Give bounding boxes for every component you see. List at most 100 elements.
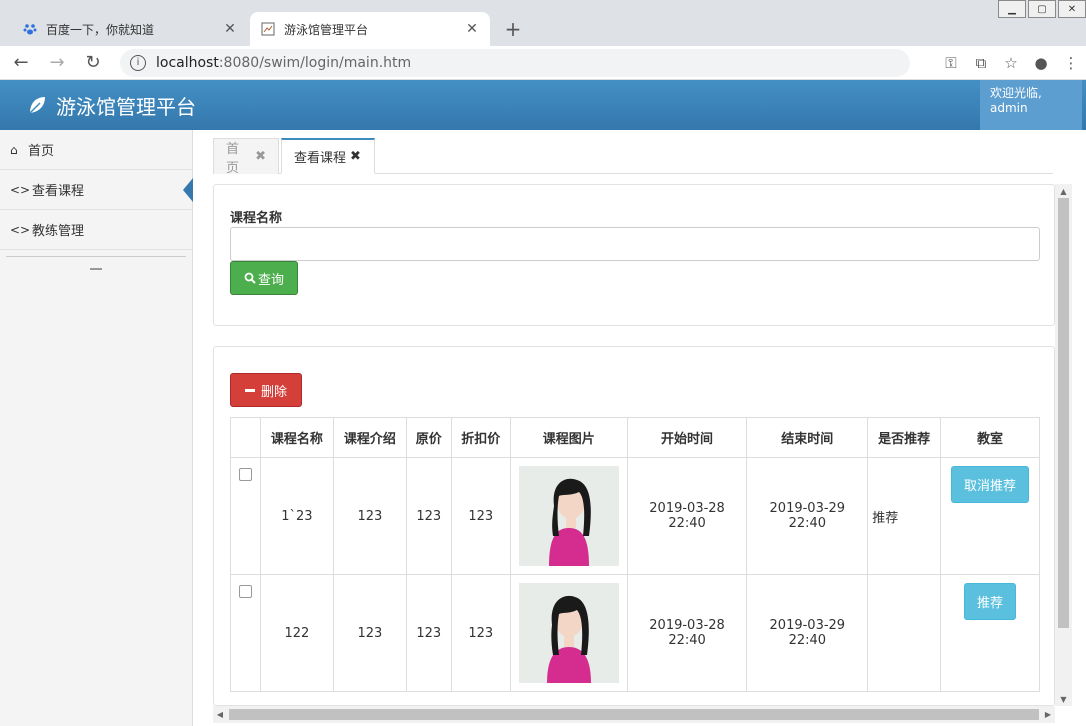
start-clock: 22:40 — [668, 633, 706, 648]
course-photo — [518, 583, 619, 683]
leaf-icon — [29, 97, 45, 114]
column-header[interactable]: 结束时间 — [746, 417, 869, 458]
sidebar-item-label: 首页 — [28, 144, 55, 159]
row-select-cell — [230, 457, 261, 575]
cell-name: 122 — [259, 574, 334, 692]
tab-label: 查看课程 — [294, 151, 347, 166]
brand-title: 游泳馆管理平台 — [56, 94, 196, 119]
sidebar-item-home[interactable]: ⌂ 首页 — [0, 130, 192, 170]
course-name-input[interactable] — [230, 227, 1040, 261]
maximize-icon[interactable]: ▢ — [1028, 0, 1056, 18]
cell-discount: 123 — [450, 457, 511, 575]
app-header: 游泳馆管理平台 欢迎光临, admin — [0, 80, 1086, 130]
cell-discount: 123 — [450, 574, 511, 692]
key-icon[interactable]: ⚿ — [936, 54, 966, 72]
browser-tab-baidu[interactable]: 百度一下，你就知道 ✕ — [12, 12, 248, 46]
sidebar-item-label: 查看课程 — [32, 184, 85, 199]
scroll-left-icon[interactable]: ◀ — [213, 706, 227, 723]
column-header[interactable]: 折扣价 — [450, 417, 511, 458]
tab-label: 首页 — [226, 141, 240, 176]
end-clock: 22:40 — [788, 516, 827, 531]
scroll-up-icon[interactable]: ▲ — [1055, 184, 1072, 198]
scroll-down-icon[interactable]: ▼ — [1055, 692, 1072, 706]
account-icon[interactable]: ● — [1026, 54, 1056, 72]
cell-start-time: 2019-03-28 22:40 — [626, 457, 748, 575]
minus-icon — [244, 388, 255, 392]
cell-price: 123 — [405, 574, 452, 692]
info-icon[interactable]: i — [130, 54, 146, 71]
star-icon[interactable]: ☆ — [996, 54, 1026, 72]
column-header[interactable]: 课程介绍 — [332, 417, 407, 458]
sidebar-collapse-toggle[interactable] — [0, 257, 192, 281]
sidebar: ⌂ 首页 <> 查看课程 <> 教练管理 — [0, 130, 193, 726]
tab-home[interactable]: 首页 ✖ — [213, 138, 279, 176]
user-menu[interactable]: 欢迎光临, admin — [980, 80, 1082, 130]
home-icon: ⌂ — [10, 142, 18, 157]
select-column-header — [230, 417, 261, 458]
window-controls: ▁ ▢ ✕ — [996, 0, 1086, 18]
close-icon[interactable]: ✕ — [464, 21, 480, 37]
scroll-thumb[interactable] — [229, 709, 1039, 720]
column-header[interactable]: 教室 — [940, 417, 1040, 458]
end-clock: 22:40 — [788, 633, 827, 648]
column-header[interactable]: 开始时间 — [626, 417, 748, 458]
row-checkbox[interactable] — [238, 468, 252, 481]
code-icon: <> — [10, 222, 31, 237]
forward-icon[interactable]: → — [42, 48, 72, 78]
url-input[interactable]: i localhost:8080/swim/login/main.htm — [120, 48, 910, 77]
table-row: 1`23 123 123 123 2019-03-28 22:40 2019-0… — [230, 457, 1040, 575]
cancel-recommend-button[interactable]: 取消推荐 — [951, 466, 1030, 503]
cell-name: 1`23 — [259, 457, 334, 575]
start-date: 2019-03-28 — [649, 501, 725, 516]
cell-recommended — [867, 574, 942, 692]
sidebar-item-coaches[interactable]: <> 教练管理 — [0, 210, 192, 250]
table-row: 122 123 123 123 2019-03-28 22:40 2019-03… — [230, 574, 1040, 692]
course-table: 课程名称 课程介绍 原价 折扣价 课程图片 开始时间 结束时间 是否推荐 教室 … — [230, 417, 1040, 692]
start-clock: 22:40 — [668, 516, 706, 531]
vertical-scrollbar[interactable]: ▲ ▼ — [1055, 184, 1072, 706]
end-date: 2019-03-29 — [769, 618, 846, 633]
column-header[interactable]: 课程名称 — [259, 417, 334, 458]
column-header[interactable]: 课程图片 — [509, 417, 628, 458]
close-icon[interactable]: ✕ — [222, 21, 238, 37]
cell-recommended: 推荐 — [867, 457, 942, 575]
brand[interactable]: 游泳馆管理平台 — [26, 80, 196, 130]
close-icon[interactable]: ✖ — [255, 149, 266, 164]
sidebar-item-courses[interactable]: <> 查看课程 — [0, 170, 193, 210]
welcome-text: 欢迎光临, — [990, 86, 1042, 100]
cell-action: 取消推荐 — [940, 457, 1040, 575]
course-table-wrapper: 课程名称 课程介绍 原价 折扣价 课程图片 开始时间 结束时间 是否推荐 教室 … — [230, 417, 1040, 693]
course-name-label: 课程名称 — [230, 211, 283, 226]
course-photo — [518, 466, 619, 566]
reload-icon[interactable]: ↻ — [78, 48, 108, 78]
collapse-icon — [90, 268, 102, 270]
column-header[interactable]: 原价 — [405, 417, 452, 458]
query-button[interactable]: 查询 — [230, 261, 298, 295]
cell-image — [509, 574, 628, 692]
end-date: 2019-03-29 — [769, 501, 846, 516]
tab-title: 百度一下，你就知道 — [46, 22, 155, 37]
browser-tab-swim[interactable]: 游泳馆管理平台 ✕ — [250, 12, 490, 46]
close-icon[interactable]: ✖ — [350, 149, 361, 164]
new-tab-button[interactable]: + — [500, 16, 526, 42]
row-checkbox[interactable] — [238, 585, 252, 598]
scroll-right-icon[interactable]: ▶ — [1041, 706, 1055, 723]
browser-tab-bar: 百度一下，你就知道 ✕ 游泳馆管理平台 ✕ + ▁ ▢ ✕ — [0, 0, 1086, 46]
scroll-thumb[interactable] — [1058, 198, 1069, 628]
address-bar: ← → ↻ i localhost:8080/swim/login/main.h… — [0, 46, 1086, 80]
menu-icon[interactable]: ⋮ — [1056, 54, 1086, 72]
horizontal-scrollbar[interactable]: ◀ ▶ — [213, 706, 1055, 723]
recommend-button[interactable]: 推荐 — [964, 583, 1017, 620]
minimize-icon[interactable]: ▁ — [998, 0, 1026, 18]
column-header[interactable]: 是否推荐 — [867, 417, 942, 458]
back-icon[interactable]: ← — [6, 48, 36, 78]
cell-image — [509, 457, 628, 575]
search-icon — [244, 272, 256, 284]
tab-courses[interactable]: 查看课程 ✖ — [281, 138, 375, 174]
delete-button[interactable]: 删除 — [230, 373, 302, 407]
search-panel: 课程名称 查询 — [213, 184, 1055, 326]
window-close-icon[interactable]: ✕ — [1058, 0, 1086, 18]
paw-icon — [22, 21, 38, 37]
translate-icon[interactable]: ⧉ — [966, 54, 996, 72]
cell-intro: 123 — [332, 574, 407, 692]
